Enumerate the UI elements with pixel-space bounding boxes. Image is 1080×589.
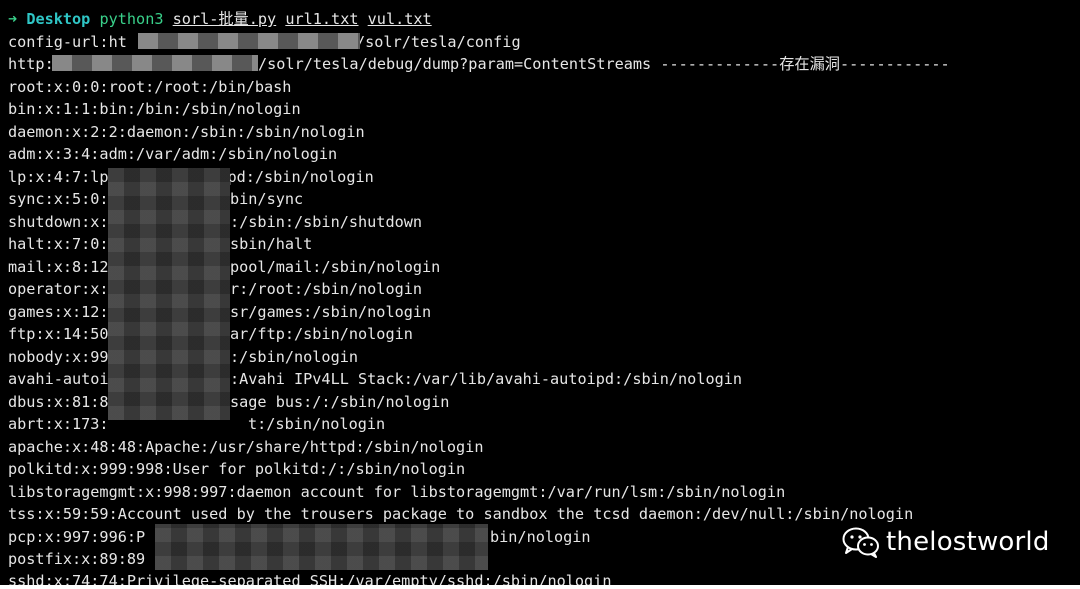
output-line: root:x:0:0:root:/root:/bin/bash (8, 78, 292, 96)
output-line-text: config-url:ht (8, 33, 127, 51)
output-line: abrt:x:173: (8, 415, 109, 433)
redaction-url (52, 55, 258, 71)
output-line-tail: t:/sbin/nologin (248, 415, 386, 433)
prompt-command: python3 (99, 10, 164, 28)
output-line-tail: :/sbin:/sbin/shutdown (230, 213, 423, 231)
output-line-tail: sbin/halt (230, 235, 313, 253)
output-line: nobody:x:99 (8, 348, 109, 366)
output-line-tail: ar/ftp:/sbin/nologin (230, 325, 413, 343)
output-line: libstoragemgmt:x:998:997:daemon account … (8, 483, 786, 501)
prompt-arg-script[interactable]: sorl-批量.py (173, 10, 277, 28)
output-line: sync:x:5:0: (8, 190, 109, 208)
output-line-tail: :Avahi IPv4LL Stack:/var/lib/avahi-autoi… (230, 370, 743, 388)
output-line: daemon:x:2:2:daemon:/sbin:/sbin/nologin (8, 123, 365, 141)
redaction-mosaic (108, 168, 230, 420)
prompt-directory: Desktop (26, 10, 91, 28)
output-line-tail: bin/nologin (490, 528, 591, 546)
output-line-tail: :/sbin/nologin (230, 348, 359, 366)
output-line: avahi-autoi (8, 370, 109, 388)
output-line: mail:x:8:12 (8, 258, 109, 276)
output-line: apache:x:48:48:Apache:/usr/share/httpd:/… (8, 438, 484, 456)
output-line: tss:x:59:59:Account used by the trousers… (8, 505, 914, 523)
output-line: ftp:x:14:50 (8, 325, 109, 343)
watermark: thelostworld (842, 524, 1050, 560)
output-line-tail: r:/root:/sbin/nologin (230, 280, 423, 298)
output-line: pcp:x:997:996:P (8, 528, 146, 546)
output-line: http: (8, 53, 54, 75)
output-line: games:x:12: (8, 303, 109, 321)
watermark-text: thelostworld (886, 527, 1050, 557)
output-line: polkitd:x:999:998:User for polkitd:/:/sb… (8, 460, 466, 478)
prompt-arg-url-file[interactable]: url1.txt (285, 10, 358, 28)
output-line-tail: /solr/tesla/config (356, 33, 521, 51)
wechat-icon (842, 527, 879, 558)
redaction-url (138, 33, 360, 49)
prompt-line: ➜ Desktop python3 sorl-批量.py url1.txt vu… (8, 8, 432, 30)
output-line: halt:x:7:0: (8, 235, 109, 253)
prompt-arg-output-file[interactable]: vul.txt (368, 10, 432, 28)
output-line: shutdown:x: (8, 213, 109, 231)
output-line-tail: /solr/tesla/debug/dump?param=ContentStre… (258, 55, 950, 73)
output-line: adm:x:3:4:adm:/var/adm:/sbin/nologin (8, 145, 338, 163)
output-line: postfix:x:89:89 (8, 550, 146, 568)
redaction-mosaic (155, 524, 488, 570)
output-line-tail: bin/sync (230, 190, 304, 208)
output-line: operator:x: (8, 280, 109, 298)
terminal-window[interactable]: ➜ Desktop python3 sorl-批量.py url1.txt vu… (0, 0, 1080, 585)
output-line: bin:x:1:1:bin:/bin:/sbin/nologin (8, 100, 301, 118)
output-line: dbus:x:81:8 (8, 393, 109, 411)
output-line: config-url:ht (8, 31, 127, 53)
bottom-border (0, 585, 1080, 589)
output-line: sshd:x:74:74:Privilege-separated SSH:/va… (8, 572, 612, 585)
output-line-text: http: (8, 55, 54, 73)
output-line-tail: sr/games:/sbin/nologin (230, 303, 432, 321)
prompt-arrow: ➜ (8, 10, 18, 28)
output-line-tail: sage bus:/:/sbin/nologin (230, 393, 450, 411)
output-line-tail: pool/mail:/sbin/nologin (230, 258, 441, 276)
